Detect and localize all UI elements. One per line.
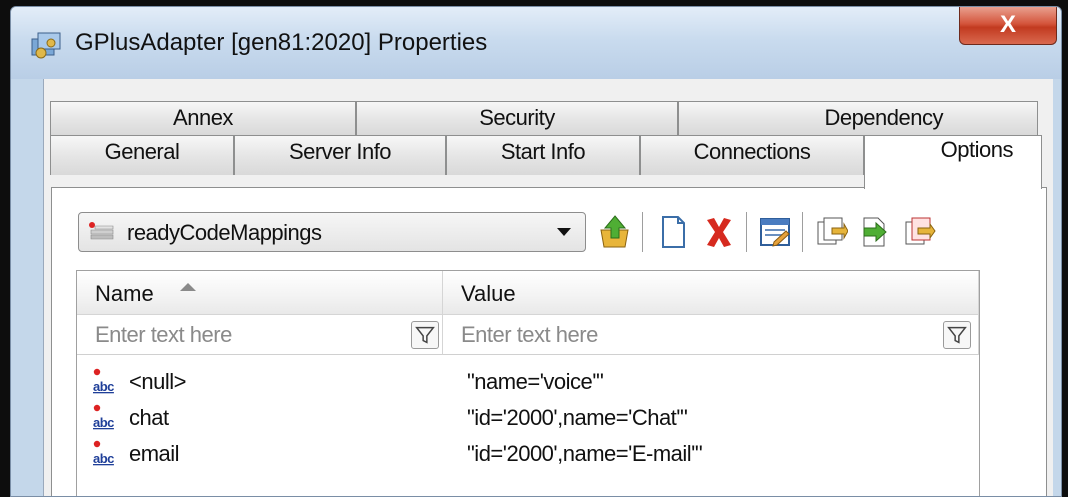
export-icon[interactable] [902, 214, 936, 250]
tab-dependency[interactable]: Dependency [678, 101, 1038, 135]
table-row[interactable]: abc chat "id='2000',name='Chat'" [77, 399, 979, 435]
value-filter-input[interactable] [443, 315, 978, 354]
chevron-down-icon [557, 228, 571, 236]
filter-funnel-icon[interactable] [411, 321, 439, 349]
row-value: "id='2000',name='Chat'" [467, 405, 688, 430]
tab-start-info[interactable]: Start Info [446, 135, 640, 175]
toolbar-separator [746, 212, 747, 252]
row-name: email [129, 441, 180, 466]
options-panel: readyCodeMappings Name Value Enter text … [51, 187, 1047, 496]
edit-properties-icon[interactable] [758, 214, 792, 250]
tab-general[interactable]: General [50, 135, 234, 175]
tab-server-info[interactable]: Server Info [234, 135, 446, 175]
row-value: "id='2000',name='E-mail'" [467, 441, 703, 466]
filter-funnel-icon[interactable] [943, 321, 971, 349]
close-button[interactable]: X [959, 7, 1057, 45]
name-filter-input[interactable] [77, 315, 442, 354]
options-grid: Name Value Enter text here Enter text he… [76, 270, 980, 496]
value-filter-cell [443, 315, 979, 355]
section-combo[interactable]: readyCodeMappings [78, 212, 586, 252]
svg-text:abc: abc [93, 451, 114, 466]
toolbar-separator [802, 212, 803, 252]
column-header-value-label: Value [461, 281, 516, 306]
svg-text:abc: abc [93, 379, 114, 394]
column-header-name-label: Name [95, 281, 154, 306]
title-bar[interactable]: GPlusAdapter [gen81:2020] Properties X [11, 7, 1061, 79]
copy-section-icon[interactable] [814, 214, 848, 250]
column-header-value[interactable]: Value [443, 271, 979, 315]
svg-text:abc: abc [93, 415, 114, 430]
delete-x-icon[interactable] [702, 214, 736, 250]
row-name: chat [129, 405, 169, 430]
window-title: GPlusAdapter [gen81:2020] Properties [75, 29, 488, 56]
tab-connections[interactable]: Connections [640, 135, 864, 175]
properties-window: GPlusAdapter [gen81:2020] Properties X A… [10, 6, 1062, 497]
string-abc-icon: abc [93, 404, 115, 430]
section-list-icon [89, 222, 114, 240]
tab-security[interactable]: Security [356, 101, 678, 135]
sort-ascending-icon [180, 283, 196, 291]
dialog-client-area: Annex Security Dependency General Server… [43, 79, 1053, 496]
string-abc-icon: abc [93, 368, 115, 394]
adapter-app-icon [31, 32, 61, 59]
name-filter-cell [77, 315, 443, 355]
toolbar-separator [642, 212, 643, 252]
new-document-icon[interactable] [656, 214, 690, 250]
table-row[interactable]: abc email "id='2000',name='E-mail'" [77, 435, 979, 471]
column-header-name[interactable]: Name [77, 271, 443, 315]
up-arrow-folder-icon[interactable] [598, 214, 632, 250]
import-icon[interactable] [858, 214, 892, 250]
tab-options[interactable]: Options [864, 135, 1042, 189]
table-row[interactable]: abc <null> "name='voice'" [77, 363, 979, 399]
tab-annex[interactable]: Annex [50, 101, 356, 135]
row-value: "name='voice'" [467, 369, 604, 394]
string-abc-icon: abc [93, 440, 115, 466]
section-combo-value: readyCodeMappings [127, 220, 322, 245]
row-name: <null> [129, 369, 186, 394]
